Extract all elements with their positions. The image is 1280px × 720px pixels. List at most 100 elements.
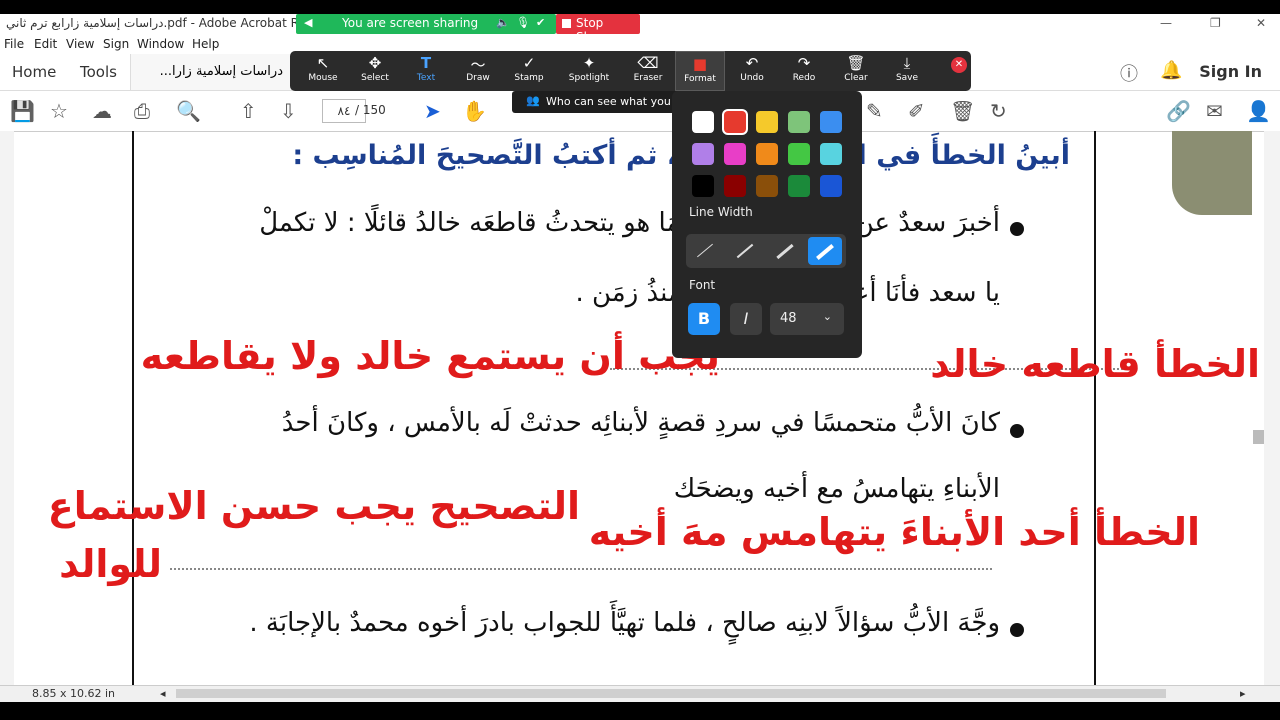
notification-bell-icon[interactable]: 🔔 bbox=[1160, 60, 1182, 81]
sign-in-button[interactable]: Sign In bbox=[1199, 62, 1262, 81]
menu-file[interactable]: File bbox=[4, 37, 24, 51]
menu-view[interactable]: View bbox=[66, 37, 94, 51]
upload-cloud-icon[interactable]: ☁ bbox=[92, 99, 112, 123]
color-swatch[interactable] bbox=[820, 143, 842, 165]
sharing-status-label: You are screen sharing bbox=[342, 16, 479, 30]
tool-stamp[interactable]: ✓ Stamp bbox=[504, 51, 554, 91]
tool-clear[interactable]: 🗑 Clear bbox=[831, 51, 881, 91]
menu-edit[interactable]: Edit bbox=[34, 37, 57, 51]
maximize-button[interactable]: ❐ bbox=[1210, 16, 1221, 30]
color-swatch[interactable] bbox=[692, 111, 714, 133]
add-user-icon[interactable]: 👤 bbox=[1246, 99, 1271, 123]
annotation-correction-2b: للوالد bbox=[59, 542, 162, 586]
tool-label: Format bbox=[684, 74, 716, 84]
text-icon: T bbox=[420, 54, 432, 72]
edit-icon[interactable]: ✐ bbox=[908, 99, 925, 123]
email-icon[interactable]: ✉ bbox=[1206, 99, 1223, 123]
color-swatch[interactable] bbox=[756, 175, 778, 197]
page-border-left bbox=[132, 131, 134, 685]
item2-line1: كانَ الأبُّ متحمسًا في سردِ قصةٍ لأبنائِ… bbox=[281, 408, 1000, 438]
tool-save[interactable]: ⤓ Save bbox=[882, 51, 932, 91]
fill-sign-icon[interactable]: ✎ bbox=[866, 99, 883, 123]
zoom-search-icon[interactable]: 🔍 bbox=[176, 99, 201, 123]
draw-squiggle-icon: 〜 bbox=[470, 56, 486, 74]
line-width-3[interactable] bbox=[768, 237, 802, 265]
font-size-value: 48 bbox=[780, 311, 797, 326]
people-icon: 👥 bbox=[526, 94, 540, 107]
microphone-icon[interactable]: 🎙 bbox=[516, 16, 530, 29]
bullet bbox=[1010, 222, 1024, 236]
bullet bbox=[1010, 623, 1024, 637]
italic-toggle[interactable]: I bbox=[730, 303, 762, 335]
color-swatch[interactable] bbox=[724, 175, 746, 197]
link-icon[interactable]: 🔗 bbox=[1166, 99, 1191, 123]
menu-window[interactable]: Window bbox=[137, 37, 184, 51]
color-swatch[interactable] bbox=[788, 175, 810, 197]
speaker-icon[interactable]: 🔈 bbox=[496, 16, 510, 29]
tool-undo[interactable]: ↶ Undo bbox=[727, 51, 777, 91]
document-tab-label: دراسات إسلامية زارا... bbox=[159, 64, 283, 79]
page-size-readout: 8.85 x 10.62 in bbox=[32, 687, 116, 700]
tool-mouse[interactable]: ↖ Mouse bbox=[298, 51, 348, 91]
scroll-right-icon[interactable]: ▸ bbox=[1240, 687, 1246, 700]
line-width-1[interactable] bbox=[688, 237, 722, 265]
line-width-4[interactable] bbox=[808, 237, 842, 265]
tool-redo[interactable]: ↷ Redo bbox=[779, 51, 829, 91]
font-size-select[interactable]: 48 ⌄ bbox=[770, 303, 844, 335]
screen-sharing-banner[interactable]: ◀ You are screen sharing 🔈 🎙 ✔ bbox=[296, 14, 556, 34]
help-icon[interactable]: ⓘ bbox=[1120, 60, 1138, 86]
select-cursor-icon[interactable]: ➤ bbox=[424, 99, 441, 123]
next-page-icon[interactable]: ⇩ bbox=[280, 99, 297, 123]
annotation-mistake-1: الخطأ قاطعه خالد bbox=[930, 342, 1260, 386]
menu-sign[interactable]: Sign bbox=[103, 37, 129, 51]
tool-label: Select bbox=[361, 73, 389, 83]
tab-document[interactable]: دراسات إسلامية زارا... bbox=[130, 54, 292, 90]
tab-home[interactable]: Home bbox=[12, 63, 56, 81]
tool-format[interactable]: ■ Format bbox=[675, 51, 725, 91]
color-swatch[interactable] bbox=[788, 143, 810, 165]
color-swatch[interactable] bbox=[756, 143, 778, 165]
save-icon[interactable]: 💾 bbox=[10, 99, 35, 123]
tool-eraser[interactable]: ⌫ Eraser bbox=[623, 51, 673, 91]
tab-tools[interactable]: Tools bbox=[80, 63, 117, 81]
vertical-scrollbar[interactable] bbox=[1264, 131, 1280, 685]
minimize-button[interactable]: — bbox=[1160, 16, 1172, 30]
bookmark-star-icon[interactable]: ☆ bbox=[50, 99, 68, 123]
scroll-left-icon[interactable]: ◂ bbox=[160, 687, 166, 700]
delete-icon[interactable]: 🗑 bbox=[950, 99, 975, 123]
close-window-button[interactable]: ✕ bbox=[1256, 16, 1266, 30]
menu-help[interactable]: Help bbox=[192, 37, 219, 51]
horizontal-scrollbar[interactable] bbox=[176, 689, 1166, 698]
bold-toggle[interactable]: B bbox=[688, 303, 720, 335]
color-swatch[interactable] bbox=[724, 143, 746, 165]
tool-select[interactable]: ✥ Select bbox=[350, 51, 400, 91]
annotation-correction-2: التصحيح يجب حسن الاستماع bbox=[47, 484, 580, 528]
color-swatch[interactable] bbox=[724, 111, 746, 133]
annotation-toolbar: ↖ Mouse ✥ Select T Text 〜 Draw ✓ Stamp ✦ Spotl… bbox=[290, 51, 971, 91]
tool-draw[interactable]: 〜 Draw bbox=[453, 51, 503, 91]
color-swatch[interactable] bbox=[692, 175, 714, 197]
screen-top-border bbox=[0, 0, 1280, 14]
hand-tool-icon[interactable]: ✋ bbox=[462, 99, 487, 123]
scroll-thumb[interactable] bbox=[1253, 430, 1264, 444]
tool-label: Mouse bbox=[308, 73, 338, 83]
color-swatch[interactable] bbox=[756, 111, 778, 133]
color-swatch[interactable] bbox=[692, 143, 714, 165]
save-download-icon: ⤓ bbox=[903, 54, 911, 72]
print-icon[interactable]: ⎙ bbox=[134, 99, 150, 123]
close-annotation-icon[interactable]: ✕ bbox=[951, 57, 967, 73]
color-swatch[interactable] bbox=[820, 175, 842, 197]
tool-text[interactable]: T Text bbox=[401, 51, 451, 91]
left-panel-toggle[interactable] bbox=[0, 131, 14, 685]
line-width-2[interactable] bbox=[728, 237, 762, 265]
prev-page-icon[interactable]: ⇧ bbox=[240, 99, 257, 123]
stop-share-button[interactable]: Stop Share bbox=[556, 14, 640, 44]
tool-label: Draw bbox=[466, 73, 490, 83]
rotate-icon[interactable]: ↻ bbox=[990, 99, 1007, 123]
title-bar: دراسات إسلامية زارابع ترم ثاني.pdf - Ado… bbox=[0, 14, 1280, 34]
color-swatch[interactable] bbox=[788, 111, 810, 133]
color-swatch[interactable] bbox=[820, 111, 842, 133]
item2-line2: الأبناءِ يتهامسُ مع أخيه ويضحَك bbox=[673, 474, 1000, 504]
screen-bottom-border bbox=[0, 702, 1280, 720]
tool-spotlight[interactable]: ✦ Spotlight bbox=[564, 51, 614, 91]
